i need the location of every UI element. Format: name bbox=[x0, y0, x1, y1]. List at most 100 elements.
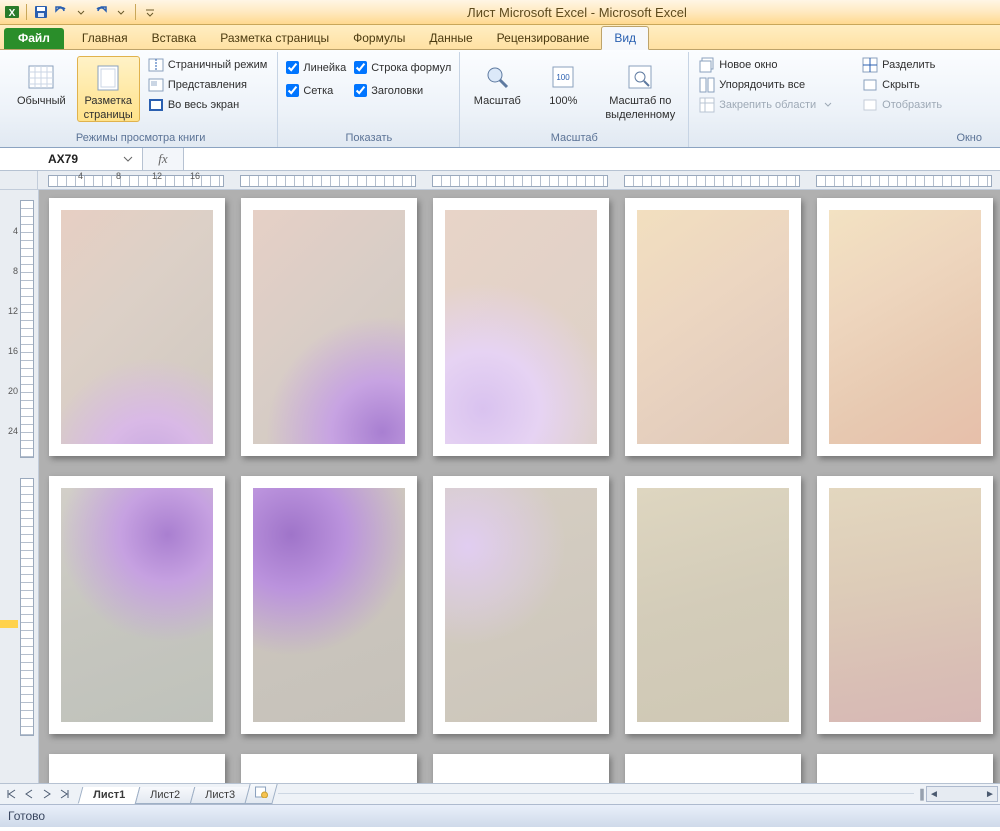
tab-data[interactable]: Данные bbox=[417, 27, 484, 49]
group-workbook-views-label: Режимы просмотра книги bbox=[10, 131, 271, 145]
vruler-num: 8 bbox=[2, 266, 18, 276]
arrange-all-button[interactable]: Упорядочить все bbox=[695, 76, 840, 94]
page-thumbnail[interactable] bbox=[241, 476, 417, 734]
page-thumbnail[interactable] bbox=[433, 476, 609, 734]
page-thumbnail[interactable] bbox=[49, 476, 225, 734]
tab-review[interactable]: Рецензирование bbox=[485, 27, 602, 49]
page-thumbnail[interactable] bbox=[241, 198, 417, 456]
tab-view[interactable]: Вид bbox=[601, 26, 649, 50]
page-layout-icon bbox=[92, 61, 124, 93]
status-ready: Готово bbox=[8, 809, 45, 823]
row-highlight-marker bbox=[0, 620, 18, 628]
undo-icon[interactable] bbox=[53, 4, 69, 20]
name-box[interactable]: AX79 bbox=[0, 148, 143, 170]
normal-view-icon bbox=[25, 61, 57, 93]
qat-customize-icon[interactable] bbox=[142, 4, 158, 20]
zoom-100-icon: 100 bbox=[547, 61, 579, 93]
sheet-tab-1[interactable]: Лист1 bbox=[78, 787, 141, 804]
formula-bar-checkbox[interactable]: Строка формул bbox=[352, 60, 453, 75]
freeze-panes-icon bbox=[699, 97, 715, 113]
undo-dropdown-icon[interactable] bbox=[73, 4, 89, 20]
split-label: Разделить bbox=[882, 59, 935, 71]
redo-icon[interactable] bbox=[93, 4, 109, 20]
fx-area: fx bbox=[143, 148, 184, 170]
page-thumbnail[interactable] bbox=[49, 198, 225, 456]
name-box-value: AX79 bbox=[6, 152, 120, 166]
tab-home[interactable]: Главная bbox=[70, 27, 140, 49]
redo-dropdown-icon[interactable] bbox=[113, 4, 129, 20]
tab-page-layout[interactable]: Разметка страницы bbox=[208, 27, 341, 49]
split-button[interactable]: Разделить bbox=[858, 56, 946, 74]
gridlines-checkbox[interactable]: Сетка bbox=[284, 83, 348, 98]
formula-bar-checkbox-input[interactable] bbox=[354, 61, 367, 74]
tab-insert[interactable]: Вставка bbox=[140, 27, 209, 49]
freeze-panes-label: Закрепить области bbox=[719, 99, 816, 111]
new-window-button[interactable]: Новое окно bbox=[695, 56, 840, 74]
page-thumbnail[interactable] bbox=[817, 754, 993, 783]
page-layout-button[interactable]: Разметка страницы bbox=[77, 56, 140, 122]
formula-bar-checkbox-label: Строка формул bbox=[371, 62, 451, 74]
page-thumbnail[interactable] bbox=[433, 754, 609, 783]
page-thumbnail[interactable] bbox=[625, 198, 801, 456]
vruler-num: 12 bbox=[2, 306, 18, 316]
sheet-nav-last[interactable] bbox=[56, 785, 74, 803]
sheet-tabs: Лист1 Лист2 Лист3 bbox=[80, 784, 274, 804]
group-window: Новое окно Упорядочить все Закрепить обл… bbox=[689, 52, 996, 147]
page-thumbnail[interactable] bbox=[625, 754, 801, 783]
full-screen-button[interactable]: Во весь экран bbox=[144, 96, 272, 114]
horizontal-scrollbar[interactable]: ◄ ► bbox=[926, 786, 998, 802]
page-thumbnail[interactable] bbox=[625, 476, 801, 734]
hscroll-left-icon[interactable]: ◄ bbox=[927, 789, 941, 800]
page-thumbnail[interactable] bbox=[433, 198, 609, 456]
tab-file[interactable]: Файл bbox=[4, 28, 64, 49]
arrange-all-icon bbox=[699, 77, 715, 93]
freeze-panes-button[interactable]: Закрепить области bbox=[695, 96, 840, 114]
gridlines-checkbox-input[interactable] bbox=[286, 84, 299, 97]
sheet-tab-bar: Лист1 Лист2 Лист3 ∥ ◄ ► bbox=[0, 783, 1000, 804]
ruler-row: 4 8 12 16 bbox=[0, 171, 1000, 190]
zoom-100-button[interactable]: 100 100% bbox=[532, 56, 594, 108]
custom-views-label: Представления bbox=[168, 79, 247, 91]
hide-button[interactable]: Скрыть bbox=[858, 76, 946, 94]
split-icon bbox=[862, 57, 878, 73]
hscroll-split-handle[interactable]: ∥ bbox=[918, 786, 926, 802]
title-bar: X Лист Microsoft Excel - Microsoft Excel bbox=[0, 0, 1000, 25]
group-workbook-views: Обычный Разметка страницы Страничный реж… bbox=[4, 52, 278, 147]
save-icon[interactable] bbox=[33, 4, 49, 20]
page-thumbnail[interactable] bbox=[817, 476, 993, 734]
zoom-selection-button[interactable]: Масштаб по выделенному bbox=[598, 56, 682, 122]
formula-input[interactable] bbox=[184, 148, 1000, 170]
ruler-checkbox[interactable]: Линейка bbox=[284, 60, 348, 75]
hscroll-right-icon[interactable]: ► bbox=[983, 789, 997, 800]
tab-formulas[interactable]: Формулы bbox=[341, 27, 417, 49]
page-layout-canvas[interactable] bbox=[39, 190, 1000, 783]
name-box-dropdown-icon[interactable] bbox=[120, 151, 136, 167]
horizontal-ruler[interactable]: 4 8 12 16 bbox=[38, 171, 1000, 189]
ruler-num: 8 bbox=[116, 171, 121, 181]
full-screen-icon bbox=[148, 97, 164, 113]
custom-views-icon bbox=[148, 77, 164, 93]
hide-label: Скрыть bbox=[882, 79, 920, 91]
sheet-nav-first[interactable] bbox=[2, 785, 20, 803]
page-thumbnail[interactable] bbox=[49, 754, 225, 783]
zoom-button[interactable]: Масштаб bbox=[466, 56, 528, 108]
page-thumbnail[interactable] bbox=[817, 198, 993, 456]
page-break-preview-button[interactable]: Страничный режим bbox=[144, 56, 272, 74]
headings-checkbox-label: Заголовки bbox=[371, 85, 423, 97]
ruler-checkbox-input[interactable] bbox=[286, 61, 299, 74]
headings-checkbox-input[interactable] bbox=[354, 84, 367, 97]
headings-checkbox[interactable]: Заголовки bbox=[352, 83, 453, 98]
sheet-tab-new[interactable] bbox=[244, 784, 277, 804]
sheet-nav-prev[interactable] bbox=[20, 785, 38, 803]
sheet-tab-2[interactable]: Лист2 bbox=[135, 787, 196, 804]
sheet-nav-next[interactable] bbox=[38, 785, 56, 803]
page-thumbnail[interactable] bbox=[241, 754, 417, 783]
sheet-tab-label: Лист1 bbox=[93, 789, 125, 801]
normal-view-button[interactable]: Обычный bbox=[10, 56, 73, 108]
page-layout-label2: страницы bbox=[84, 109, 133, 121]
custom-views-button[interactable]: Представления bbox=[144, 76, 272, 94]
ruler-num: 16 bbox=[190, 171, 200, 181]
vertical-ruler[interactable]: 4 8 12 16 20 24 bbox=[0, 190, 39, 783]
sheet-tab-3[interactable]: Лист3 bbox=[190, 787, 251, 804]
fx-button[interactable]: fx bbox=[158, 151, 167, 167]
